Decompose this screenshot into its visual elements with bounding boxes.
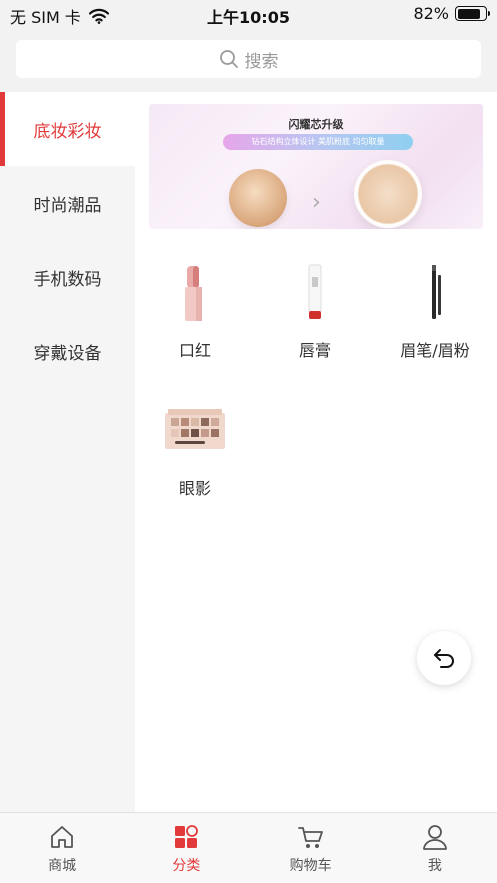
search-placeholder: 搜索 — [244, 51, 279, 72]
home-icon — [51, 826, 74, 848]
search-icon — [219, 50, 238, 68]
status-bar: 无 SIM 卡 上午10:05 82% — [0, 0, 497, 28]
tab-mall[interactable]: 商城 — [0, 813, 124, 883]
sidebar-item-label: 底妆彩妆 — [33, 121, 102, 142]
battery-fill — [457, 8, 480, 19]
lip-balm-icon — [308, 264, 322, 319]
banner-subtitle: 钻石结构立体设计 美肌粉底 均匀取量 — [223, 134, 413, 150]
category-sidebar: 底妆彩妆 时尚潮品 手机数码 穿戴设备 — [0, 92, 135, 812]
banner-title: 闪耀芯升级 — [288, 118, 344, 131]
battery-icon — [455, 6, 490, 21]
sidebar-item-label: 手机数码 — [33, 269, 102, 290]
status-right: 82% — [413, 4, 490, 23]
bottom-tab-bar: 商城 分类 购物车 我 — [0, 812, 497, 883]
sidebar-item-wearables[interactable]: 穿戴设备 — [0, 314, 135, 388]
category-item-lipstick[interactable]: 口红 — [135, 257, 255, 367]
category-label: 口红 — [178, 341, 211, 360]
category-item-lip-balm[interactable]: 唇膏 — [255, 257, 375, 367]
eyebrow-pencil-icon — [432, 265, 441, 319]
battery-percent: 82% — [413, 4, 449, 23]
category-label: 眉笔/眉粉 — [400, 341, 470, 360]
category-icon — [175, 825, 199, 848]
category-label: 唇膏 — [298, 341, 331, 360]
eyeshadow-palette-icon — [165, 409, 225, 449]
sidebar-item-digital[interactable]: 手机数码 — [0, 240, 135, 314]
tab-category[interactable]: 分类 — [124, 813, 248, 883]
category-content: 闪耀芯升级 钻石结构立体设计 美肌粉底 均匀取量 › 口红 唇膏 眉笔/眉粉 眼… — [135, 92, 497, 812]
chevron-right-icon: › — [312, 190, 321, 215]
tab-label: 分类 — [172, 858, 201, 874]
category-item-eyeshadow[interactable]: 眼影 — [135, 395, 255, 505]
user-icon — [422, 825, 447, 850]
tab-label: 购物车 — [289, 858, 332, 874]
lipstick-icon — [185, 266, 202, 321]
search-header: 搜索 — [0, 28, 497, 92]
sidebar-item-makeup[interactable]: 底妆彩妆 — [0, 92, 135, 166]
cart-icon — [297, 827, 323, 848]
promo-banner[interactable]: 闪耀芯升级 钻石结构立体设计 美肌粉底 均匀取量 › — [149, 104, 483, 229]
search-input[interactable]: 搜索 — [16, 40, 481, 78]
tab-me[interactable]: 我 — [373, 813, 497, 883]
category-label: 眼影 — [178, 479, 211, 498]
sidebar-item-fashion[interactable]: 时尚潮品 — [0, 166, 135, 240]
tab-cart[interactable]: 购物车 — [249, 813, 373, 883]
sidebar-item-label: 穿戴设备 — [33, 343, 102, 364]
return-arrow-icon — [434, 649, 454, 668]
back-float-button[interactable] — [417, 631, 471, 685]
cushion-compact-image — [354, 160, 422, 228]
cushion-puff-image — [229, 169, 287, 227]
category-item-eyebrow[interactable]: 眉笔/眉粉 — [375, 257, 495, 367]
tab-label: 商城 — [48, 858, 77, 874]
tab-label: 我 — [427, 858, 442, 874]
sidebar-item-label: 时尚潮品 — [33, 195, 102, 216]
